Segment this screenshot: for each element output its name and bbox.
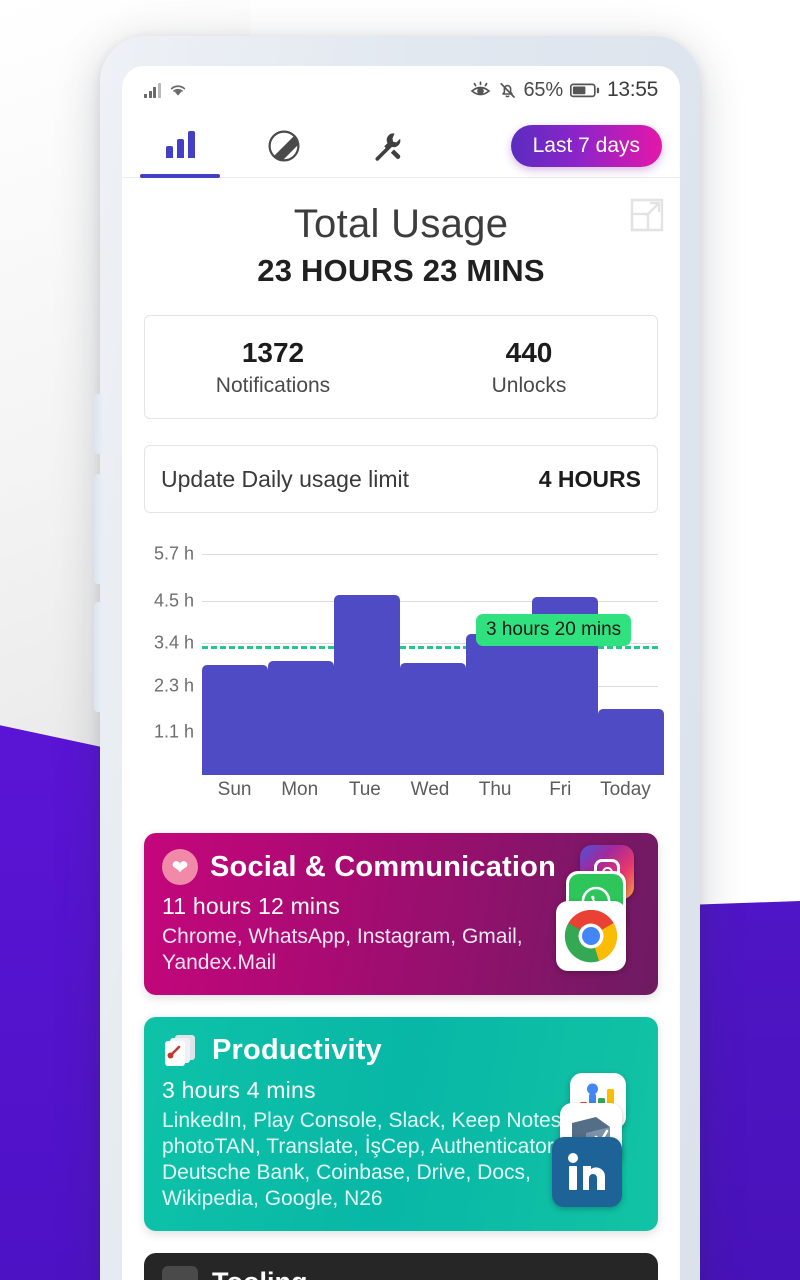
category-title: Productivity <box>212 1034 382 1066</box>
category-title: Tooling <box>212 1267 307 1280</box>
heart-icon: ❤ <box>162 849 198 885</box>
chart-bar[interactable] <box>202 664 268 775</box>
status-bar: 65% 13:55 <box>122 66 680 114</box>
battery-percentage: 65% <box>523 78 564 101</box>
bar-chart-icon <box>165 131 195 158</box>
chrome-icon <box>556 901 626 971</box>
phone-button-mute[interactable] <box>94 394 103 454</box>
usage-bar-chart[interactable]: 5.7 h 4.5 h 3.4 h 2.3 h 1.1 h Sun Mon Tue Wed Th… <box>144 531 664 811</box>
chart-x-tick: Tue <box>348 779 381 800</box>
phone-mockup: 65% 13:55 Last 7 days Total Usage 23 HOU… <box>94 36 700 1280</box>
clock: 13:55 <box>606 78 658 101</box>
chart-bar[interactable] <box>334 594 400 775</box>
chart-bar[interactable] <box>598 709 664 775</box>
chart-x-tick: Sun <box>217 779 252 800</box>
signal-icon <box>144 83 161 98</box>
total-usage-value: 23 HOURS 23 MINS <box>257 253 545 288</box>
chart-y-tick: 4.5 h <box>153 590 194 611</box>
category-title: Social & Communication <box>210 850 556 883</box>
chart-y-tick: 1.1 h <box>153 721 194 742</box>
stat-value: 1372 <box>241 336 305 368</box>
tools-icon <box>162 1265 198 1280</box>
chart-bar-column[interactable] <box>598 531 664 775</box>
page-title: Total Usage <box>293 202 509 246</box>
main-content: Total Usage 23 HOURS 23 MINS 1372 Notifi… <box>122 178 680 1280</box>
bell-muted-icon <box>499 82 515 98</box>
phone-button-volume[interactable] <box>94 474 103 584</box>
tab-bar: Last 7 days <box>122 114 680 178</box>
chart-bar-column[interactable] <box>532 531 598 775</box>
expand-icon[interactable] <box>630 198 664 232</box>
chart-bars <box>202 531 664 775</box>
daily-usage-limit-row[interactable]: Update Daily usage limit 4 HOURS <box>144 445 658 513</box>
category-apps: LinkedIn, Play Console, Slack, Keep Note… <box>162 1108 568 1211</box>
daily-usage-limit-label: Update Daily usage limit <box>161 465 410 492</box>
category-card-productivity[interactable]: Productivity 3 hours 4 mins LinkedIn, Pl… <box>144 1016 658 1231</box>
chart-x-tick: Thu <box>478 779 512 800</box>
chart-y-tick: 5.7 h <box>153 543 194 564</box>
chart-x-axis: Sun Mon Tue Wed Thu Fri Today <box>202 779 658 811</box>
chart-x-tick: Fri <box>549 779 572 800</box>
chart-x-tick: Mon <box>281 779 319 800</box>
chart-y-tick: 2.3 h <box>153 675 194 696</box>
stat-notifications[interactable]: 1372 Notifications <box>145 316 401 418</box>
chart-tooltip: 3 hours 20 mins <box>476 614 632 647</box>
stat-unlocks[interactable]: 440 Unlocks <box>401 316 657 418</box>
wifi-icon <box>170 85 185 96</box>
chart-bar-column[interactable] <box>466 531 532 775</box>
tab-stats[interactable] <box>128 114 232 178</box>
category-apps: Chrome, WhatsApp, Instagram, Gmail, Yand… <box>162 925 523 975</box>
chart-bar-column[interactable] <box>400 531 466 775</box>
battery-icon <box>569 83 600 97</box>
chart-x-tick: Wed <box>410 779 450 800</box>
app-icon-stack <box>556 845 642 971</box>
documents-icon <box>162 1033 200 1069</box>
category-card-tooling[interactable]: Tooling <box>144 1252 658 1280</box>
chart-bar[interactable] <box>268 660 334 775</box>
category-header: Productivity <box>162 1033 640 1069</box>
linkedin-icon <box>552 1136 622 1207</box>
chart-bar-column[interactable] <box>268 531 334 775</box>
chart-bar-column[interactable] <box>202 531 268 775</box>
tools-icon <box>375 132 401 161</box>
block-circle-icon <box>268 130 300 161</box>
stat-label: Unlocks <box>491 373 567 397</box>
stat-label: Notifications <box>215 373 331 397</box>
chart-bar[interactable] <box>466 633 532 775</box>
stat-value: 440 <box>505 336 553 368</box>
tab-tools[interactable] <box>336 114 440 177</box>
phone-screen: 65% 13:55 Last 7 days Total Usage 23 HOU… <box>122 66 680 1280</box>
chart-bar-column[interactable] <box>334 531 400 775</box>
eye-care-icon <box>470 81 490 96</box>
chart-x-tick: Today <box>600 779 651 800</box>
stats-card: 1372 Notifications 440 Unlocks <box>144 315 658 419</box>
chart-y-tick: 3.4 h <box>153 632 194 653</box>
chart-bar[interactable] <box>400 662 466 775</box>
app-icon-stack <box>552 1072 642 1207</box>
phone-button-power[interactable] <box>94 602 103 712</box>
daily-usage-limit-value: 4 HOURS <box>538 465 641 492</box>
tab-blocked[interactable] <box>232 114 336 177</box>
category-card-social[interactable]: ❤ Social & Communication 11 hours 12 min… <box>144 833 658 995</box>
date-range-pill[interactable]: Last 7 days <box>510 124 662 167</box>
